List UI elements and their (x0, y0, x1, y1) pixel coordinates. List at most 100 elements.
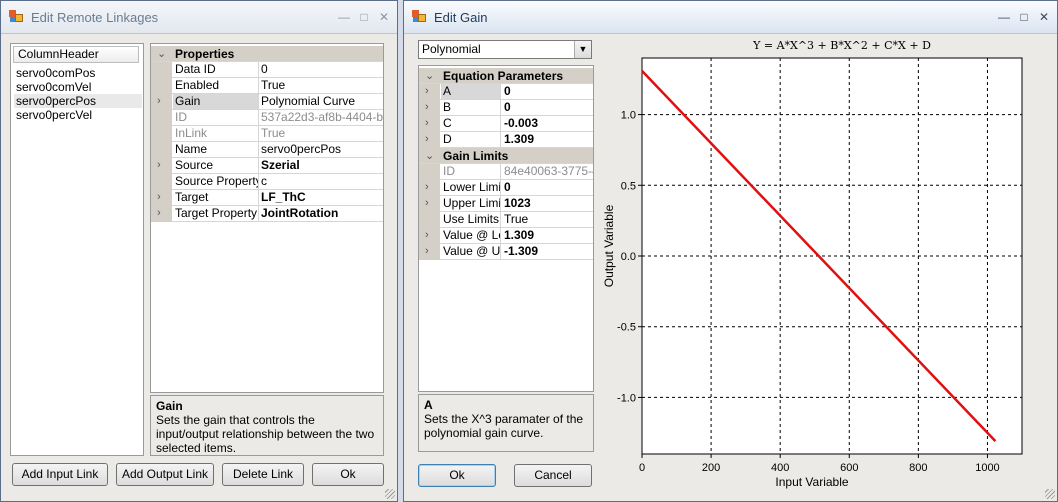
dropdown-arrow-icon[interactable]: ▼ (574, 41, 591, 58)
category-properties[interactable]: ⌄ Properties (151, 46, 383, 62)
prop-row[interactable]: InLink True (151, 126, 383, 142)
prop-name: Target (173, 190, 259, 205)
prop-value[interactable]: True (258, 78, 285, 93)
prop-row[interactable]: › Target Property JointRotation (151, 206, 383, 222)
prop-value[interactable]: Szerial (258, 158, 300, 173)
expand-icon[interactable]: › (425, 245, 429, 257)
prop-row[interactable]: Source Property c (151, 174, 383, 190)
limit-value[interactable]: -1.309 (501, 244, 538, 259)
limit-row[interactable]: › Lower Limi 0 (419, 180, 593, 196)
limit-row[interactable]: ID84e40063-3775-402 (419, 164, 593, 180)
list-item-selected[interactable]: servo0percPos (14, 94, 142, 108)
description-title: A (424, 398, 433, 412)
prop-value[interactable]: JointRotation (258, 206, 338, 221)
prop-value[interactable]: 537a22d3-af8b-4404-be9 (258, 110, 383, 125)
gain-type-value: Polynomial (422, 42, 481, 56)
param-name: A (441, 84, 501, 99)
expand-icon[interactable]: › (157, 191, 161, 203)
list-item[interactable]: servo0comVel (14, 80, 93, 94)
list-item[interactable]: servo0percVel (14, 108, 94, 122)
prop-row[interactable]: › Source Szerial (151, 158, 383, 174)
param-value[interactable]: 1.309 (501, 132, 534, 147)
minimize-icon[interactable]: — (335, 10, 353, 24)
limit-row[interactable]: Use Limits True (419, 212, 593, 228)
maximize-icon[interactable]: □ (1015, 10, 1033, 24)
prop-name: Data ID (173, 62, 259, 77)
limit-value[interactable]: 84e40063-3775-402 (501, 164, 593, 179)
prop-value[interactable]: servo0percPos (258, 142, 341, 157)
expand-icon[interactable]: › (425, 229, 429, 241)
resize-grip-icon[interactable] (385, 489, 395, 499)
limit-value[interactable]: 1023 (501, 196, 531, 211)
prop-name: Source Property (175, 174, 259, 189)
expand-icon[interactable]: › (157, 207, 161, 219)
prop-row[interactable]: Data ID 0 (151, 62, 383, 78)
close-icon[interactable]: ✕ (375, 10, 393, 24)
add-output-link-button[interactable]: Add Output Link (116, 463, 214, 486)
expand-icon[interactable]: › (425, 85, 429, 97)
limit-value[interactable]: 0 (501, 180, 511, 195)
limit-row[interactable]: › Value @ Lo 1.309 (419, 228, 593, 244)
expand-icon[interactable]: › (157, 95, 161, 107)
maximize-icon[interactable]: □ (355, 10, 373, 24)
collapse-icon[interactable]: ⌄ (157, 47, 166, 60)
limit-row[interactable]: › Value @ U -1.309 (419, 244, 593, 260)
expand-icon[interactable]: › (425, 197, 429, 209)
param-value[interactable]: 0 (501, 84, 511, 99)
ok-button[interactable]: Ok (418, 464, 496, 487)
app-icon (412, 10, 426, 23)
limit-name: Lower Limi (443, 180, 501, 195)
prop-row[interactable]: ID 537a22d3-af8b-4404-be9 (151, 110, 383, 126)
cancel-button[interactable]: Cancel (514, 464, 592, 487)
category-gain-limits[interactable]: ⌄ Gain Limits (419, 148, 593, 164)
title-bar[interactable]: Edit Remote Linkages — □ ✕ (1, 1, 397, 34)
description-text: Sets the gain that controls the input/ou… (156, 413, 375, 455)
gain-chart: Y = A*X^3 + B*X^2 + C*X + D 0 200 400 600 800… (597, 34, 1052, 492)
prop-value[interactable]: Polynomial Curve (258, 94, 355, 109)
prop-value[interactable]: True (258, 126, 285, 141)
window-title: Edit Gain (434, 10, 488, 25)
add-input-link-button[interactable]: Add Input Link (12, 463, 108, 486)
prop-value[interactable]: 0 (258, 62, 268, 77)
param-row[interactable]: › D 1.309 (419, 132, 593, 148)
prop-row[interactable]: › Target LF_ThC (151, 190, 383, 206)
limit-value[interactable]: 1.309 (501, 228, 534, 243)
param-value[interactable]: -0.003 (501, 116, 538, 131)
expand-icon[interactable]: › (425, 181, 429, 193)
delete-link-button[interactable]: Delete Link (222, 463, 304, 486)
expand-icon[interactable]: › (425, 117, 429, 129)
param-value[interactable]: 0 (501, 100, 511, 115)
limit-row[interactable]: › Upper Limi 1023 (419, 196, 593, 212)
gain-property-grid[interactable]: ⌄ Equation Parameters › A 0 › B 0 › C -0.003 ›… (418, 65, 594, 392)
linkage-list[interactable]: ColumnHeader servo0comPos servo0comVel s… (10, 43, 144, 456)
gain-type-select[interactable]: Polynomial ▼ (418, 40, 592, 59)
prop-row[interactable]: Name servo0percPos (151, 142, 383, 158)
expand-icon[interactable]: › (157, 159, 161, 171)
expand-icon[interactable]: › (425, 133, 429, 145)
param-row[interactable]: › C -0.003 (419, 116, 593, 132)
limit-value[interactable]: True (501, 212, 528, 227)
title-bar[interactable]: Edit Gain — □ ✕ (404, 1, 1057, 34)
expand-icon[interactable]: › (425, 101, 429, 113)
limit-name: Value @ Lo (443, 228, 501, 243)
collapse-icon[interactable]: ⌄ (425, 149, 434, 162)
param-row[interactable]: › B 0 (419, 100, 593, 116)
property-grid[interactable]: ⌄ Properties Data ID 0 Enabled True › Gain P… (150, 43, 384, 393)
list-item[interactable]: servo0comPos (14, 66, 97, 80)
prop-value[interactable]: c (258, 174, 267, 189)
column-header[interactable]: ColumnHeader (13, 46, 139, 63)
x-tick-label: 1000 (975, 462, 999, 474)
prop-row-selected[interactable]: › Gain Polynomial Curve (151, 94, 383, 110)
collapse-icon[interactable]: ⌄ (425, 69, 434, 82)
prop-value[interactable]: LF_ThC (258, 190, 306, 205)
x-axis-label: Input Variable (775, 475, 848, 489)
prop-name: Enabled (173, 78, 259, 93)
category-equation-parameters[interactable]: ⌄ Equation Parameters (419, 68, 593, 84)
minimize-icon[interactable]: — (995, 10, 1013, 24)
resize-grip-icon[interactable] (1045, 489, 1055, 499)
param-row-selected[interactable]: › A 0 (419, 84, 593, 100)
ok-button[interactable]: Ok (312, 463, 384, 486)
prop-row[interactable]: Enabled True (151, 78, 383, 94)
prop-name: ID (173, 110, 259, 125)
close-icon[interactable]: ✕ (1035, 10, 1053, 24)
